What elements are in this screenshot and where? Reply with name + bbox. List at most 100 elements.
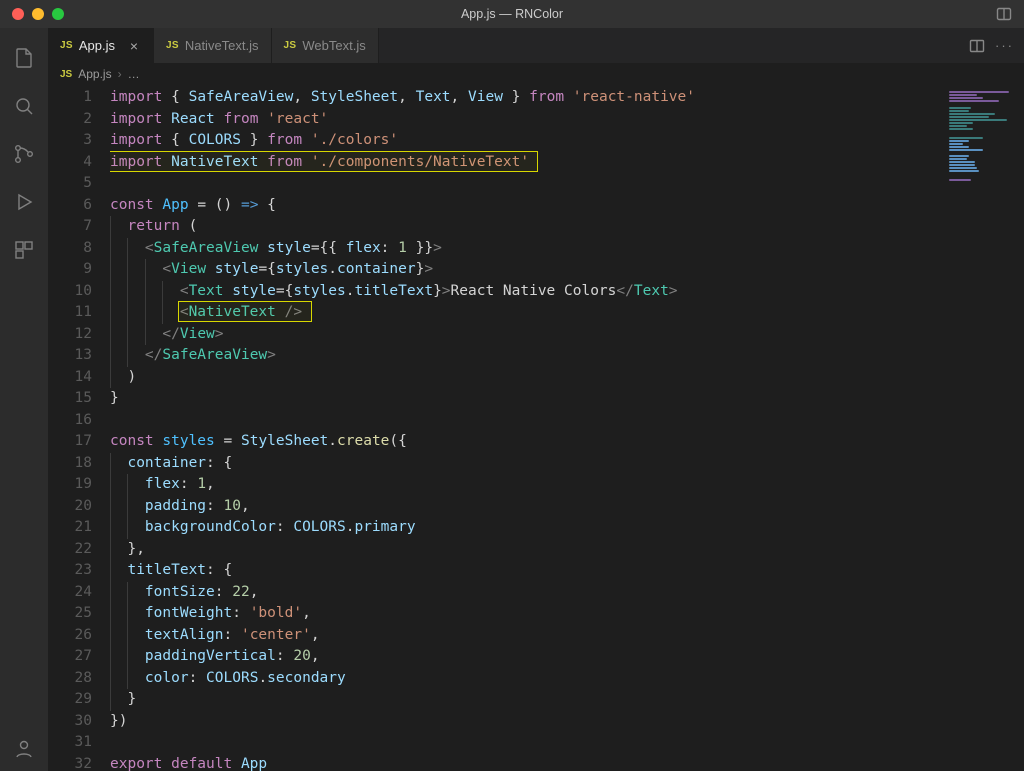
js-file-icon: JS [166,40,179,51]
run-debug-icon[interactable] [0,180,48,224]
extensions-icon[interactable] [0,228,48,272]
code-line: color: COLORS.secondary [110,668,944,690]
code-editor[interactable]: 1234567891011121314151617181920212223242… [48,85,1024,771]
tab-label: WebText.js [302,38,365,53]
code-line: <SafeAreaView style={{ flex: 1 }}> [110,238,944,260]
code-line [110,173,944,195]
activity-bar [0,28,48,771]
code-line: }) [110,711,944,733]
minimap-line [949,158,967,160]
line-number-gutter: 1234567891011121314151617181920212223242… [48,85,110,771]
code-line: } [110,388,944,410]
line-number: 28 [48,668,92,690]
code-line: } [110,689,944,711]
tab-label: NativeText.js [185,38,259,53]
editor-tab[interactable]: JS WebText.js [272,28,379,63]
breadcrumb-trail: … [128,67,140,81]
code-line: }, [110,539,944,561]
source-control-icon[interactable] [0,132,48,176]
minimap-line [949,128,973,130]
minimap-line [949,170,979,172]
code-line: paddingVertical: 20, [110,646,944,668]
minimap-line [949,122,973,124]
minimap-line [949,97,983,99]
line-number: 26 [48,625,92,647]
close-tab-icon[interactable]: × [127,39,141,53]
code-line: <NativeText /> [110,302,944,324]
breadcrumb[interactable]: JS App.js › … [48,63,1024,85]
chevron-right-icon: › [118,67,122,81]
line-number: 9 [48,259,92,281]
code-line: return ( [110,216,944,238]
line-number: 32 [48,754,92,771]
js-file-icon: JS [60,69,72,80]
minimap-line [949,110,969,112]
editor-tab[interactable]: JS App.js × [48,28,154,63]
code-line [110,732,944,754]
minimize-window-button[interactable] [32,8,44,20]
line-number: 16 [48,410,92,432]
minimap[interactable] [944,85,1024,771]
tab-label: App.js [79,38,115,53]
search-icon[interactable] [0,84,48,128]
line-number: 8 [48,238,92,260]
window-titlebar: App.js — RNColor [0,0,1024,28]
line-number: 27 [48,646,92,668]
code-line: </View> [110,324,944,346]
line-number: 14 [48,367,92,389]
line-number: 30 [48,711,92,733]
code-content[interactable]: import { SafeAreaView, StyleSheet, Text,… [110,85,944,771]
minimap-line [949,107,971,109]
code-line: fontWeight: 'bold', [110,603,944,625]
code-line: import NativeText from './components/Nat… [110,152,944,174]
zoom-window-button[interactable] [52,8,64,20]
code-line: <Text style={styles.titleText}>React Nat… [110,281,944,303]
accounts-icon[interactable] [0,727,48,771]
minimap-line [949,125,967,127]
line-number: 23 [48,560,92,582]
code-line: </SafeAreaView> [110,345,944,367]
explorer-icon[interactable] [0,36,48,80]
traffic-lights [0,8,64,20]
panel-layout-icon[interactable] [996,6,1012,22]
code-line: container: { [110,453,944,475]
line-number: 31 [48,732,92,754]
code-line: const App = () => { [110,195,944,217]
minimap-line [949,164,975,166]
minimap-line [949,137,983,139]
minimap-line [949,116,989,118]
minimap-line [949,100,999,102]
js-file-icon: JS [284,40,297,51]
code-line: import { SafeAreaView, StyleSheet, Text,… [110,87,944,109]
minimap-line [949,143,963,145]
line-number: 15 [48,388,92,410]
code-line: export default App [110,754,944,771]
minimap-line [949,179,971,181]
more-actions-icon[interactable]: ··· [995,38,1014,53]
code-line [110,410,944,432]
editor-tab[interactable]: JS NativeText.js [154,28,272,63]
breadcrumb-file: App.js [78,67,111,81]
line-number: 13 [48,345,92,367]
code-line: const styles = StyleSheet.create({ [110,431,944,453]
minimap-line [949,155,969,157]
line-number: 6 [48,195,92,217]
js-file-icon: JS [60,40,73,51]
minimap-line [949,167,977,169]
line-number: 5 [48,173,92,195]
close-window-button[interactable] [12,8,24,20]
split-editor-icon[interactable] [969,38,985,54]
code-line: padding: 10, [110,496,944,518]
line-number: 20 [48,496,92,518]
minimap-line [949,140,969,142]
minimap-line [949,146,969,148]
line-number: 7 [48,216,92,238]
code-line: ) [110,367,944,389]
window-title: App.js — RNColor [0,7,1024,21]
line-number: 2 [48,109,92,131]
code-line: textAlign: 'center', [110,625,944,647]
minimap-line [949,113,995,115]
code-line: <View style={styles.container}> [110,259,944,281]
code-line: titleText: { [110,560,944,582]
line-number: 10 [48,281,92,303]
